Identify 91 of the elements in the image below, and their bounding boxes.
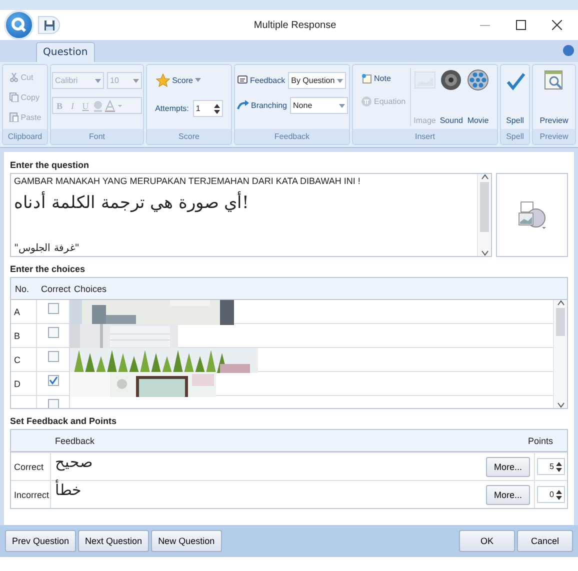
nav-button[interactable]: Prev Question — [5, 530, 76, 552]
feedback-dropdown[interactable]: By Question — [288, 72, 346, 89]
spell-button[interactable]: Spell — [503, 68, 527, 126]
dialog-button[interactable]: OK — [459, 530, 515, 552]
help-icon[interactable] — [563, 45, 574, 56]
section-heading: Set Feedback and Points — [10, 416, 118, 426]
question-text: "غرفة الجلوس" — [14, 242, 80, 254]
attempts-spinner[interactable]: 1 — [192, 100, 223, 117]
dropdown-arrow-icon — [133, 78, 139, 82]
star-icon — [156, 73, 170, 87]
section-heading: Enter the choices — [10, 264, 86, 274]
clipboard-icon — [8, 112, 19, 122]
note-button[interactable]: Note — [360, 72, 407, 85]
row-label: B — [11, 324, 37, 347]
speaker-icon — [440, 69, 462, 91]
logo-icon — [11, 17, 27, 33]
branching-button[interactable]: Branching — [236, 99, 288, 112]
spinner-arrows-icon — [556, 488, 562, 500]
checkbox[interactable] — [48, 351, 58, 362]
media-icon — [517, 200, 547, 230]
nav-button[interactable]: New Question — [151, 530, 222, 552]
more-button[interactable]: More... — [486, 456, 530, 476]
column-header: Points — [526, 436, 554, 446]
highlighter-icon — [92, 100, 104, 112]
checkbox[interactable] — [48, 375, 58, 386]
preview-icon — [542, 69, 565, 91]
scroll-up-icon — [556, 300, 564, 306]
speech-bubble-icon — [236, 75, 248, 86]
checkbox[interactable] — [48, 399, 58, 408]
font-color-icon — [104, 100, 124, 112]
scroll-down-icon — [480, 250, 488, 256]
column-header: Correct — [40, 284, 70, 294]
save-button[interactable] — [38, 16, 60, 34]
group-label: Clipboard — [3, 129, 47, 144]
group-label: Feedback — [235, 129, 349, 144]
row-label: Incorrect — [11, 481, 51, 508]
film-reel-icon — [466, 69, 489, 91]
insert-button[interactable]: Sound — [438, 68, 464, 126]
save-icon — [44, 20, 54, 30]
feedback-dropdown[interactable]: None — [290, 97, 348, 114]
close-icon — [552, 20, 562, 30]
spinner-arrows-icon — [556, 460, 562, 472]
dialog-button[interactable]: Cancel — [517, 530, 573, 552]
row-label: C — [11, 348, 37, 371]
scroll-thumb[interactable] — [556, 308, 565, 336]
media-button[interactable] — [496, 173, 568, 257]
feedback-button[interactable]: Feedback — [236, 74, 286, 87]
score-button[interactable]: Score — [155, 72, 223, 88]
nav-button[interactable]: Next Question — [78, 530, 150, 552]
question-text: أي صورة هي ترجمة الكلمة أدناه! — [14, 192, 250, 213]
check-mark-icon — [48, 376, 58, 385]
scroll-up-icon — [480, 174, 488, 180]
spinner-arrows-icon — [214, 102, 220, 114]
scroll-thumb[interactable] — [480, 182, 489, 232]
dropdown-arrow-icon — [337, 78, 344, 82]
question-text: GAMBAR MANAKAH YANG MERUPAKAN TERJEMAHAN DARI KATA DIBAWAH INI ! — [14, 176, 362, 186]
scissors-icon — [8, 72, 19, 82]
feedback-text: صحيح — [54, 453, 94, 471]
checkbox[interactable] — [48, 303, 58, 314]
preview-button[interactable]: Preview — [538, 68, 570, 126]
group-label: Preview — [533, 129, 575, 144]
pi-icon — [361, 96, 372, 107]
dropdown-arrow-icon — [95, 78, 101, 82]
maximize-icon — [516, 20, 526, 30]
row-label: A — [11, 300, 37, 323]
attempts-label: Attempts: — [155, 104, 189, 113]
scroll-down-icon — [556, 402, 564, 408]
more-button[interactable]: More... — [486, 484, 530, 504]
points-spinner[interactable]: 5 — [537, 458, 565, 475]
window-title: Multiple Response — [252, 20, 338, 30]
column-header: Choices — [73, 284, 108, 294]
group-label: Insert — [353, 129, 497, 144]
points-spinner[interactable]: 0 — [537, 486, 565, 503]
row-label: Correct — [11, 453, 51, 480]
copy-icon — [8, 92, 19, 102]
dropdown-arrow-icon — [339, 104, 346, 108]
group-label: Spell — [501, 129, 529, 144]
group-label: Font — [51, 129, 143, 144]
feedback-text: خطأ — [54, 481, 82, 499]
insert-button[interactable]: Movie — [466, 68, 490, 126]
note-icon — [361, 73, 372, 84]
row-label: D — [11, 372, 37, 395]
dropdown-arrow-icon — [195, 78, 201, 82]
checkbox[interactable] — [48, 327, 58, 338]
column-header: No. — [14, 284, 30, 294]
column-header: Feedback — [54, 436, 96, 446]
section-heading: Enter the question — [10, 160, 90, 170]
group-label: Score — [147, 129, 231, 144]
minimize-icon — [480, 24, 490, 26]
ribbon-tab[interactable]: Question — [36, 42, 95, 62]
branch-arrow-icon — [236, 100, 249, 111]
